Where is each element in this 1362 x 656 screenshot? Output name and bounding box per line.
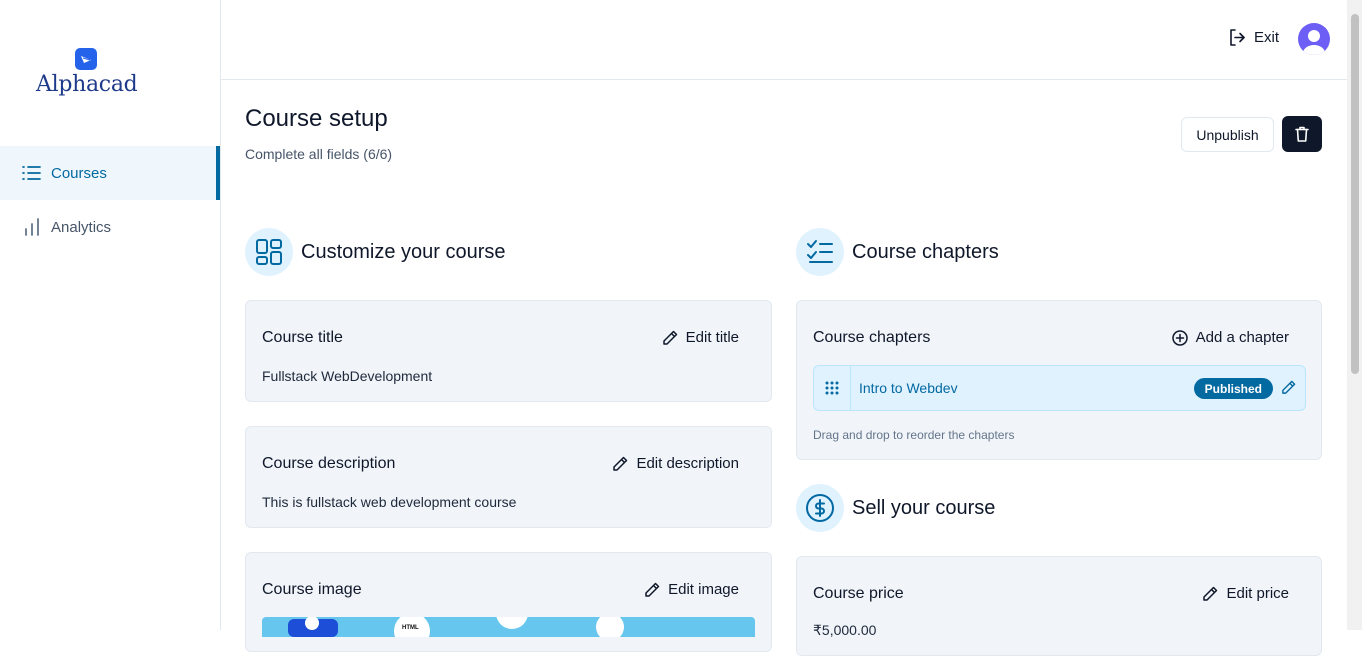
- dollar-circle-icon: [796, 484, 844, 532]
- card-label: Course description: [262, 455, 396, 472]
- edit-title-label: Edit title: [685, 329, 739, 346]
- sidebar-item-analytics[interactable]: Analytics: [0, 200, 220, 254]
- reorder-hint: Drag and drop to reorder the chapters: [813, 428, 1015, 442]
- course-image: HTML: [262, 617, 755, 637]
- sidebar-item-label: Analytics: [51, 218, 112, 236]
- list-icon: [22, 166, 41, 180]
- sell-heading-text: Sell your course: [852, 496, 996, 519]
- page-title: Course setup: [245, 105, 388, 132]
- course-title-card: Course title Edit title Fullstack WebDev…: [245, 300, 772, 402]
- course-chapters-card: Course chapters Add a chapter Intro to W…: [796, 300, 1322, 460]
- card-label: Course title: [262, 329, 343, 346]
- list-checks-icon: [796, 228, 844, 276]
- user-icon: [1303, 30, 1325, 55]
- bar-chart-icon: [25, 218, 39, 236]
- image-text: HTML: [402, 625, 419, 631]
- log-out-icon: [1230, 29, 1245, 46]
- course-description-value: This is fullstack web development course: [262, 494, 517, 510]
- plus-circle-icon: [1171, 329, 1188, 346]
- pencil-icon: [1203, 586, 1218, 601]
- drag-handle[interactable]: [814, 366, 851, 410]
- scrollbar[interactable]: [1347, 0, 1362, 630]
- delete-button[interactable]: [1282, 116, 1322, 152]
- sell-heading: Sell your course: [796, 484, 995, 532]
- card-label: Course price: [813, 585, 904, 602]
- pencil-icon: [662, 330, 677, 345]
- exit-label: Exit: [1253, 29, 1279, 46]
- chapters-heading-text: Course chapters: [852, 240, 999, 263]
- layout-dashboard-icon: [245, 228, 293, 276]
- chapter-title: Intro to Webdev: [859, 380, 958, 396]
- grip-icon: [825, 381, 839, 395]
- course-price-card: Course price Edit price ₹5,000.00: [796, 556, 1322, 656]
- exit-button[interactable]: Exit: [1229, 29, 1279, 46]
- brand-name: Alphacad: [36, 72, 138, 97]
- scrollbar-thumb[interactable]: [1351, 14, 1359, 374]
- edit-description-label: Edit description: [636, 455, 739, 472]
- card-label: Course chapters: [813, 329, 931, 346]
- status-badge: Published: [1193, 378, 1273, 399]
- course-title-value: Fullstack WebDevelopment: [262, 368, 433, 384]
- pencil-icon: [1282, 380, 1296, 394]
- trash-icon: [1295, 126, 1309, 142]
- chapters-heading: Course chapters: [796, 228, 999, 276]
- card-label: Course image: [262, 581, 362, 598]
- customize-heading: Customize your course: [245, 228, 506, 276]
- edit-price-label: Edit price: [1226, 585, 1289, 602]
- pencil-icon: [645, 582, 660, 597]
- add-chapter-button[interactable]: Add a chapter: [1171, 329, 1289, 346]
- sidebar: Alphacad Courses Analytics: [0, 0, 221, 630]
- unpublish-button[interactable]: Unpublish: [1181, 117, 1274, 152]
- edit-image-button[interactable]: Edit image: [644, 581, 739, 598]
- edit-chapter-button[interactable]: [1281, 380, 1296, 400]
- avatar[interactable]: [1298, 23, 1330, 55]
- add-chapter-label: Add a chapter: [1195, 329, 1289, 346]
- course-image-card: Course image Edit image HTML: [245, 552, 772, 652]
- logo[interactable]: Alphacad: [36, 48, 138, 97]
- course-description-card: Course description Edit description This…: [245, 426, 772, 528]
- pencil-icon: [613, 456, 628, 471]
- edit-description-button[interactable]: Edit description: [612, 455, 739, 472]
- completion-status: Complete all fields (6/6): [245, 146, 393, 162]
- edit-price-button[interactable]: Edit price: [1202, 585, 1289, 602]
- edit-image-label: Edit image: [668, 581, 739, 598]
- edit-title-button[interactable]: Edit title: [662, 329, 739, 346]
- course-price-value: ₹5,000.00: [813, 622, 877, 638]
- topbar: Exit: [221, 0, 1347, 80]
- customize-heading-text: Customize your course: [301, 240, 506, 263]
- sidebar-item-label: Courses: [51, 164, 107, 182]
- sidebar-item-courses[interactable]: Courses: [0, 146, 220, 200]
- chapter-item[interactable]: Intro to Webdev Published: [813, 365, 1306, 411]
- logo-icon: [75, 48, 97, 70]
